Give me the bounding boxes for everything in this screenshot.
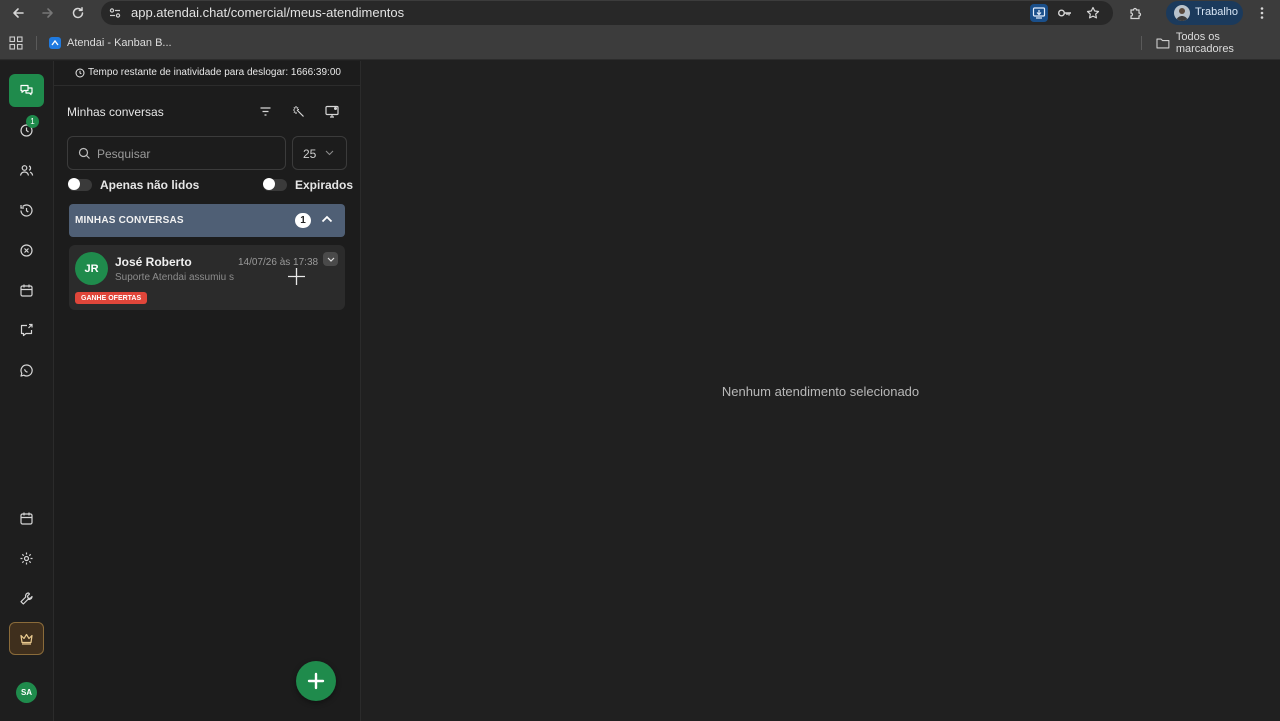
- search-icon: [78, 147, 90, 159]
- x-circle-icon: [20, 244, 33, 257]
- message-share-icon: [20, 323, 33, 337]
- expired-toggle[interactable]: Expirados: [263, 178, 353, 192]
- sidebar-item-schedules[interactable]: [9, 194, 44, 227]
- chevron-down-icon: [325, 150, 334, 156]
- gear-icon: [20, 552, 33, 565]
- url-text[interactable]: app.atendai.chat/comercial/meus-atendime…: [131, 5, 404, 20]
- unread-toggle-label: Apenas não lidos: [100, 178, 200, 192]
- sidebar-item-contacts[interactable]: [9, 154, 44, 187]
- chevron-up-icon: [321, 215, 333, 223]
- crown-icon: [20, 633, 33, 645]
- search-field[interactable]: [67, 136, 286, 170]
- chevron-down-icon: [327, 257, 334, 262]
- site-info-icon[interactable]: [108, 6, 122, 20]
- star-icon[interactable]: [1084, 4, 1102, 22]
- calendar-icon: [20, 284, 33, 297]
- users-icon: [19, 165, 34, 176]
- crosshair-cursor-icon: [288, 268, 305, 285]
- group-count-badge: 1: [295, 213, 311, 228]
- profile-avatar: [1174, 5, 1190, 21]
- pending-count-badge: 1: [26, 115, 39, 128]
- app-root: 1 SA Tempo restante de inatividade para …: [0, 61, 1280, 721]
- sidebar-rail: 1 SA: [0, 61, 54, 721]
- conversations-panel: Tempo restante de inatividade para deslo…: [54, 61, 361, 721]
- sidebar-item-premium[interactable]: [9, 622, 44, 655]
- clock-history-icon: [20, 204, 33, 217]
- sidebar-item-calendar[interactable]: [9, 274, 44, 307]
- profile-button[interactable]: Trabalho: [1166, 1, 1243, 25]
- conversation-view: Nenhum atendimento selecionado: [361, 61, 1280, 721]
- sidebar-item-conversations[interactable]: [9, 74, 44, 107]
- bookmarks-divider: [36, 36, 37, 50]
- all-bookmarks-label: Todos os marcadores: [1175, 31, 1234, 55]
- install-app-icon[interactable]: [1030, 4, 1048, 22]
- expired-toggle-label: Expirados: [295, 178, 354, 192]
- monitor-icon[interactable]: [322, 101, 342, 121]
- page-title: Minhas conversas: [67, 105, 164, 119]
- group-title: MINHAS CONVERSAS: [75, 215, 184, 226]
- clock-icon: [75, 68, 85, 77]
- reload-icon[interactable]: [68, 3, 88, 23]
- magic-select-icon[interactable]: [288, 101, 308, 121]
- profile-name: Trabalho: [1195, 6, 1239, 18]
- unread-only-toggle[interactable]: Apenas não lidos: [68, 178, 199, 192]
- panel-divider: [54, 85, 361, 86]
- calendar-icon: [20, 512, 33, 525]
- group-header-minhas-conversas[interactable]: MINHAS CONVERSAS 1: [69, 204, 345, 237]
- empty-state-message: Nenhum atendimento selecionado: [721, 384, 920, 399]
- sidebar-item-closed[interactable]: [9, 234, 44, 267]
- sidebar-item-calendar-2[interactable]: [9, 502, 44, 535]
- new-conversation-button[interactable]: [296, 661, 336, 701]
- user-avatar[interactable]: SA: [16, 682, 37, 703]
- contact-name: José Roberto: [115, 255, 192, 269]
- key-icon[interactable]: [1056, 4, 1074, 22]
- inactivity-text: Tempo restante de inatividade para deslo…: [88, 67, 341, 78]
- sidebar-item-campaigns[interactable]: [9, 314, 44, 347]
- wrench-icon: [20, 592, 33, 605]
- sidebar-item-pending[interactable]: 1: [9, 114, 44, 147]
- sidebar-item-tools[interactable]: [9, 582, 44, 615]
- forward-icon[interactable]: [38, 3, 58, 23]
- apps-grid-icon[interactable]: [9, 36, 23, 50]
- extensions-icon[interactable]: [1125, 3, 1145, 23]
- atendai-favicon: [49, 37, 61, 49]
- ticket-timestamp: 14/07/26 às 17:38: [238, 257, 319, 268]
- all-bookmarks-button[interactable]: Todos os marcadores: [1156, 31, 1280, 55]
- ticket-options-button[interactable]: [323, 252, 338, 266]
- page-size-select[interactable]: 25: [292, 136, 347, 170]
- contact-avatar: JR: [75, 252, 108, 285]
- bookmark-atendai-kanban[interactable]: Atendai - Kanban B...: [49, 35, 172, 51]
- bookmarks-divider: [1141, 36, 1142, 50]
- filter-icon[interactable]: [255, 101, 275, 121]
- back-icon[interactable]: [8, 3, 28, 23]
- sidebar-item-settings[interactable]: [9, 542, 44, 575]
- menu-dots-icon[interactable]: [1252, 3, 1272, 23]
- last-message-preview: Suporte Atendai assumiu s: [115, 272, 234, 283]
- inactivity-timer: Tempo restante de inatividade para deslo…: [75, 67, 341, 78]
- sidebar-item-whatsapp[interactable]: [9, 354, 44, 387]
- unread-switch[interactable]: [68, 178, 92, 191]
- tag-label: GANHE OFERTAS: [75, 292, 148, 304]
- page-size-value: 25: [303, 147, 317, 161]
- bookmarks-bar: Atendai - Kanban B... Todos os marcadore…: [0, 26, 1280, 60]
- search-input[interactable]: [97, 145, 277, 163]
- address-bar[interactable]: app.atendai.chat/comercial/meus-atendime…: [101, 1, 1113, 25]
- ticket-item[interactable]: JR José Roberto Suporte Atendai assumiu …: [69, 245, 345, 310]
- browser-toolbar: app.atendai.chat/comercial/meus-atendime…: [0, 0, 1280, 26]
- bookmark-label: Atendai - Kanban B...: [67, 37, 172, 49]
- plus-icon: [307, 672, 325, 690]
- expired-switch[interactable]: [263, 178, 287, 191]
- chat-bubbles-icon: [20, 84, 33, 96]
- whatsapp-icon: [20, 364, 33, 377]
- folder-icon: [1156, 38, 1170, 49]
